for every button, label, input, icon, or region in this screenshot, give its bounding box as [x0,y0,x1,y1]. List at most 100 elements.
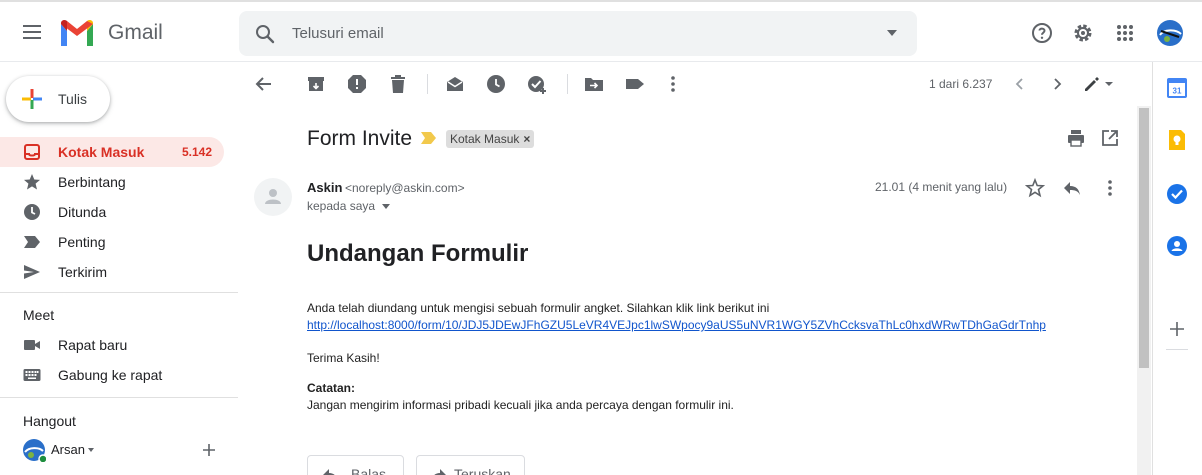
reply-label: Balas [351,466,387,475]
email-subject: Form Invite [307,127,413,150]
forward-label: Teruskan [454,466,511,475]
sidebar-item-label: Ditunda [58,204,107,220]
side-panel-divider [1166,349,1188,350]
star-icon [24,174,40,190]
hangout-user-avatar[interactable] [22,438,46,462]
sender-avatar[interactable] [254,178,292,216]
tasks-icon[interactable] [1166,183,1188,205]
sidebar-item-label: Berbintang [58,174,126,190]
search-options-icon[interactable] [887,30,897,36]
report-spam-icon[interactable] [347,74,367,94]
meet-section-title: Meet [23,307,55,323]
move-to-icon[interactable] [584,74,604,94]
email-thanks: Terima Kasih! [307,351,380,365]
sidebar-divider [0,292,238,293]
input-tools-pencil-icon[interactable] [1082,74,1116,94]
remove-label-icon[interactable]: × [523,132,530,146]
scrollbar-thumb[interactable] [1139,108,1149,368]
reply-button[interactable]: Balas [307,455,404,475]
more-vert-icon[interactable] [663,74,683,94]
unread-count: 5.142 [181,145,212,159]
account-avatar[interactable] [1156,19,1184,47]
search-icon[interactable] [253,22,277,46]
email-body: Undangan Formulir Anda telah diundang un… [307,240,1127,414]
sidebar-item-sent[interactable]: Terkirim [0,257,224,287]
keep-icon[interactable] [1166,129,1188,151]
chevron-left-icon[interactable] [1010,74,1030,94]
top-bar: Gmail Telusuri email [0,0,1202,62]
forward-icon [434,469,446,475]
reply-icon [323,469,335,475]
print-icon[interactable] [1067,129,1085,147]
person-icon [265,189,281,204]
sidebar-item-snoozed[interactable]: Ditunda [0,197,224,227]
meet-join-meeting[interactable]: Gabung ke rapat [0,360,224,390]
back-arrow-icon[interactable] [254,74,274,94]
apps-grid-icon[interactable] [1113,21,1137,45]
keyboard-icon [23,369,41,381]
chevron-right-icon[interactable] [1047,74,1067,94]
sender-email: <noreply@askin.com> [345,181,465,195]
video-icon [24,340,40,350]
search-bar[interactable]: Telusuri email [239,11,917,56]
meet-item-label: Gabung ke rapat [58,367,163,383]
more-vert-icon[interactable] [1100,178,1120,198]
sidebar-item-label: Penting [58,234,106,250]
snooze-clock-icon[interactable] [486,74,506,94]
open-in-new-window-icon[interactable] [1101,129,1119,147]
email-intro: Anda telah diundang untuk mengisi sebuah… [307,301,770,315]
sidebar-item-inbox[interactable]: Kotak Masuk 5.142 [0,137,224,167]
inbox-label-chip: Kotak Masuk × [446,130,535,148]
email-note: Jangan mengirim informasi pribadi kecual… [307,398,734,412]
sidebar-divider [0,397,238,398]
important-marker-icon[interactable] [420,131,438,145]
app-brand: Gmail [108,21,163,44]
email-timestamp: 21.01 (4 menit yang lalu) [875,180,1008,194]
search-input[interactable]: Telusuri email [292,25,384,42]
contacts-icon[interactable] [1166,235,1188,257]
help-icon[interactable] [1030,21,1054,45]
gmail-logo[interactable] [58,18,96,48]
mark-unread-icon[interactable] [445,74,465,94]
compose-button[interactable]: Tulis [6,76,110,122]
label-important-icon [24,236,40,248]
hangout-section-title: Hangout [23,413,76,429]
send-icon [24,265,40,279]
sidebar-item-important[interactable]: Penting [0,227,224,257]
email-heading: Undangan Formulir [307,240,529,267]
star-outline-icon[interactable] [1025,178,1045,198]
pagination-text: 1 dari 6.237 [929,77,993,91]
svg-text:31: 31 [1173,87,1182,96]
hangout-status-caret-icon[interactable] [88,448,94,452]
recipient-text: kepada saya [307,199,376,213]
inbox-icon [24,144,40,160]
settings-gear-icon[interactable] [1071,21,1095,45]
forward-button[interactable]: Teruskan [416,455,525,475]
get-addons-plus-icon[interactable] [1166,318,1188,340]
compose-label: Tulis [58,91,88,107]
delete-icon[interactable] [388,74,408,94]
add-hangout-icon[interactable] [202,443,216,457]
label-icon[interactable] [625,74,645,94]
sidebar-item-starred[interactable]: Berbintang [0,167,224,197]
form-invite-link[interactable]: http://localhost:8000/form/10/JDJ5JDEwJF… [307,318,1046,332]
toolbar-divider [427,74,428,94]
toolbar-divider [567,74,568,94]
meet-new-meeting[interactable]: Rapat baru [0,330,224,360]
message-toolbar: 1 dari 6.237 [240,62,1137,106]
archive-icon[interactable] [306,74,326,94]
recipient-details[interactable]: kepada saya [307,199,391,213]
sender-name: Askin [307,180,343,195]
message-scrollbar[interactable] [1137,106,1151,475]
main-menu-icon[interactable] [20,22,44,42]
add-to-tasks-icon[interactable] [527,74,547,94]
side-panel: 31 [1152,62,1202,475]
meet-item-label: Rapat baru [58,337,128,353]
show-details-caret-icon[interactable] [382,204,391,210]
calendar-icon[interactable]: 31 [1166,77,1188,99]
sidebar-item-label: Terkirim [58,264,107,280]
reply-icon[interactable] [1062,178,1082,198]
hangout-user-name[interactable]: Arsan [51,442,85,457]
email-note-title: Catatan: [307,381,356,395]
sidebar-item-label: Kotak Masuk [58,144,145,160]
